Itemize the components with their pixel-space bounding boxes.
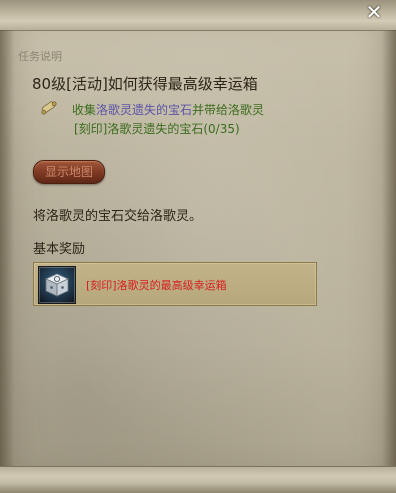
scroll-bottom-roll <box>0 466 396 493</box>
objective-progress: [刻印]洛歌灵遗失的宝石(0/35) <box>74 122 240 136</box>
quest-scroll-icon <box>40 99 58 117</box>
quest-description: 将洛歌灵的宝石交给洛歌灵。 <box>33 209 203 224</box>
show-map-button[interactable]: 显示地图 <box>33 160 105 184</box>
reward-item-slot[interactable]: [刻印]洛歌灵的最高级幸运箱 <box>33 262 317 306</box>
reward-item-name[interactable]: [刻印]洛歌灵的最高级幸运箱 <box>86 277 227 293</box>
objective-suffix: 并带给洛歌灵 <box>192 103 265 117</box>
quest-title: 80级[活动]如何获得最高级幸运箱 <box>32 75 258 93</box>
quest-scroll-panel: ✕ 任务说明 80级[活动]如何获得最高级幸运箱 收集洛歌灵遗失的宝石并带给洛歌… <box>0 0 396 493</box>
scroll-top-roll <box>0 0 396 31</box>
close-icon: ✕ <box>365 0 383 24</box>
reward-heading: 基本奖励 <box>33 242 86 257</box>
objective-prefix: 收集 <box>72 103 97 117</box>
close-button[interactable]: ✕ <box>364 2 384 22</box>
scroll-right-edge <box>382 30 396 467</box>
lucky-box-icon[interactable] <box>38 266 76 304</box>
objective-item-link[interactable]: 洛歌灵遗失的宝石 <box>96 103 192 117</box>
section-label: 任务说明 <box>18 50 62 63</box>
objective-line: 收集洛歌灵遗失的宝石并带给洛歌灵 <box>72 101 264 118</box>
scroll-left-edge <box>0 30 14 467</box>
